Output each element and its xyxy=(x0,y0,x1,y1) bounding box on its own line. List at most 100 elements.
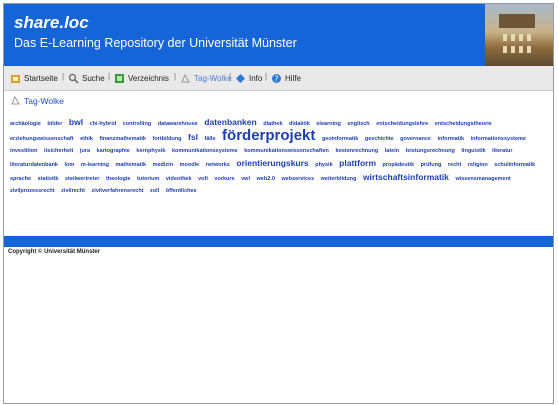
tag-link[interactable]: wirtschaftsinformatik xyxy=(363,172,449,182)
site-header: share.loc Das E-Learning Repository der … xyxy=(4,4,553,66)
search-icon xyxy=(68,73,79,84)
tag-link[interactable]: ethik xyxy=(80,136,93,142)
tag-link[interactable]: networks xyxy=(206,162,230,168)
tag-link[interactable]: videothek xyxy=(166,176,192,182)
tag-link[interactable]: literaturdatenbank xyxy=(10,162,58,168)
svg-text:?: ? xyxy=(274,74,278,83)
info-icon xyxy=(236,73,245,83)
tag-link[interactable]: entscheidungstheorie xyxy=(435,121,492,127)
nav-separator: | xyxy=(174,72,177,81)
tag-link[interactable]: physik xyxy=(315,162,332,168)
tag-link[interactable]: sprache xyxy=(10,176,31,182)
page-frame: share.loc Das E-Learning Repository der … xyxy=(3,3,554,404)
tag-link[interactable]: informationssysteme xyxy=(471,136,526,142)
nav-item-startseite[interactable]: Startseite xyxy=(10,71,58,85)
tag-link[interactable]: zoll xyxy=(150,188,159,194)
tag-link[interactable]: datawarehouse xyxy=(158,121,198,127)
tag-link[interactable]: wissensmanagement xyxy=(455,176,510,182)
tag-link[interactable]: lom xyxy=(65,162,75,168)
tag-link[interactable]: mathematik xyxy=(115,162,146,168)
nav-separator: | xyxy=(62,72,65,81)
nav-separator: | xyxy=(108,72,111,81)
tag-link[interactable]: plattform xyxy=(339,158,376,168)
tag-link[interactable]: entscheidungslehre xyxy=(376,121,428,127)
tag-link[interactable]: schulinformatik xyxy=(494,162,535,168)
tag-link[interactable]: vorkurs xyxy=(214,176,234,182)
tag-link[interactable]: steilwertreter xyxy=(65,176,100,182)
tag-link[interactable]: fortbildung xyxy=(152,136,181,142)
tag-link[interactable]: latein xyxy=(385,148,399,154)
tag-link[interactable]: recht xyxy=(448,162,461,168)
tag-link[interactable]: kartographie xyxy=(97,148,130,154)
nav-item-label: Verzeichnis xyxy=(128,73,169,83)
tag-link[interactable]: medizin xyxy=(153,162,173,168)
tag-link[interactable]: vwl xyxy=(241,176,250,182)
tag-link[interactable]: jura xyxy=(80,148,90,154)
nav-item-label: Info xyxy=(249,73,263,83)
site-brand[interactable]: share.loc xyxy=(14,13,89,33)
tag-link[interactable]: bilder xyxy=(47,121,62,127)
breadcrumb[interactable]: Tag-Wolke xyxy=(10,95,64,106)
tag-link[interactable]: prüfung xyxy=(421,162,442,168)
tag-link[interactable]: literatur xyxy=(492,148,512,154)
tag-link[interactable]: governance xyxy=(400,136,431,142)
nav-item-label: Startseite xyxy=(24,73,58,83)
nav-item-label: Suche xyxy=(82,73,105,83)
tag-link[interactable]: tutorium xyxy=(137,176,159,182)
tag-link[interactable]: erziehungswissenschaft xyxy=(10,136,74,142)
tag-link[interactable]: weiterbildung xyxy=(321,176,357,182)
tag-link[interactable]: kernphysik xyxy=(136,148,165,154)
tag-link[interactable]: zivilverfahrensrecht xyxy=(92,188,144,194)
tag-link[interactable]: geschichte xyxy=(365,136,394,142)
tag-link[interactable]: informatik xyxy=(438,136,465,142)
nav-item-hilfe[interactable]: ? Hilfe xyxy=(271,71,301,85)
site-subtitle: Das E-Learning Repository der Universitä… xyxy=(14,36,297,50)
tag-link[interactable]: elearning xyxy=(316,121,340,127)
nav-item-label: Hilfe xyxy=(285,73,302,83)
tag-link[interactable]: linguistik xyxy=(461,148,485,154)
tag-link[interactable]: datenbanken xyxy=(204,117,256,127)
tag-link[interactable]: webservices xyxy=(281,176,314,182)
directory-icon xyxy=(115,73,124,83)
nav-item-tag-wolke[interactable]: Tag-Wolke xyxy=(180,71,232,85)
tag-cloud-icon xyxy=(181,73,190,82)
tag-link[interactable]: itsicherheit xyxy=(44,148,73,154)
nav-separator: | xyxy=(265,72,268,81)
tag-link[interactable]: chi-hybrid xyxy=(90,121,117,127)
nav-item-verzeichnis[interactable]: Verzeichnis xyxy=(114,71,169,85)
tag-link[interactable]: kommunikationssysteme xyxy=(172,148,238,154)
tag-link[interactable]: web2.0 xyxy=(257,176,275,182)
tag-link[interactable]: vofi xyxy=(198,176,208,182)
tag-link[interactable]: förderprojekt xyxy=(222,127,315,144)
tag-link[interactable]: archäologie xyxy=(10,121,41,127)
main-navigation: Startseite | Suche | Verzeichnis | Tag-W… xyxy=(4,66,553,91)
breadcrumb-label: Tag-Wolke xyxy=(24,95,64,106)
tag-link[interactable]: statistik xyxy=(38,176,59,182)
tag-link[interactable]: theologie xyxy=(106,176,130,182)
tag-link[interactable]: fsl xyxy=(188,132,198,142)
tag-link[interactable]: kommunikationswissenschaften xyxy=(244,148,329,154)
tag-link[interactable]: orientierungskurs xyxy=(236,158,308,168)
tag-link[interactable]: controlling xyxy=(123,121,151,127)
tag-link[interactable]: englisch xyxy=(347,121,369,127)
tag-link[interactable]: bwl xyxy=(69,117,83,127)
nav-separator: | xyxy=(229,72,232,81)
tag-link[interactable]: finanzmathematik xyxy=(99,136,145,142)
tag-link[interactable]: geoinformatik xyxy=(322,136,358,142)
tag-link[interactable]: propädeutik xyxy=(383,162,414,168)
tag-link[interactable]: m-learning xyxy=(81,162,109,168)
tag-cloud-icon xyxy=(11,95,20,105)
tag-link[interactable]: investition xyxy=(10,148,38,154)
tag-link[interactable]: zivilrecht xyxy=(61,188,85,194)
tag-link[interactable]: religion xyxy=(468,162,488,168)
tag-link[interactable]: öffentliches xyxy=(166,188,197,194)
tag-link[interactable]: moodle xyxy=(180,162,200,168)
copyright-text: Copyright © Universität Münster xyxy=(8,249,101,255)
tag-link[interactable]: kostenrechnung xyxy=(335,148,378,154)
nav-item-suche[interactable]: Suche xyxy=(68,71,105,85)
nav-item-info[interactable]: Info xyxy=(235,71,262,85)
home-icon xyxy=(11,74,20,83)
tag-link[interactable]: zivilprozessrecht xyxy=(10,188,55,194)
tag-link[interactable]: leistungsrechnung xyxy=(406,148,455,154)
tag-link[interactable]: fälle xyxy=(205,136,216,142)
